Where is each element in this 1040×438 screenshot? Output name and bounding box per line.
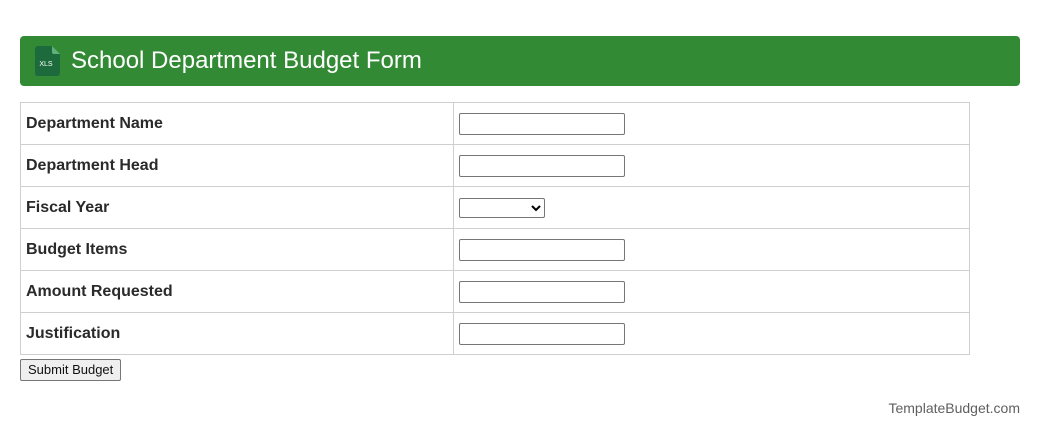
budget-items-cell (453, 228, 970, 271)
form-row-amount-requested: Amount Requested (20, 270, 970, 313)
form-row-budget-items: Budget Items (20, 228, 970, 271)
fiscal-year-select[interactable] (459, 197, 545, 218)
xls-icon-label: XLS (39, 61, 53, 68)
department-head-label: Department Head (20, 144, 454, 187)
department-name-input[interactable] (459, 112, 625, 135)
justification-input[interactable] (459, 322, 625, 345)
submit-budget-button[interactable]: Submit Budget (20, 359, 122, 381)
page-title: School Department Budget Form (71, 47, 422, 74)
page: XLS School Department Budget Form Depart… (0, 0, 1040, 438)
form-row-fiscal-year: Fiscal Year (20, 186, 970, 229)
amount-requested-input[interactable] (459, 280, 625, 303)
department-head-cell (453, 144, 970, 187)
budget-form-table: Department Name Department Head Fiscal Y… (20, 102, 970, 355)
justification-label: Justification (20, 312, 454, 355)
page-header: XLS School Department Budget Form (20, 36, 1020, 86)
department-name-cell (453, 102, 970, 145)
department-head-input[interactable] (459, 154, 625, 177)
amount-requested-label: Amount Requested (20, 270, 454, 313)
amount-requested-cell (453, 270, 970, 313)
justification-cell (453, 312, 970, 355)
form-row-department-name: Department Name (20, 102, 970, 145)
xls-file-icon: XLS (35, 46, 60, 76)
fiscal-year-cell (453, 186, 970, 229)
form-row-department-head: Department Head (20, 144, 970, 187)
budget-items-input[interactable] (459, 238, 625, 261)
department-name-label: Department Name (20, 102, 454, 145)
form-row-justification: Justification (20, 312, 970, 355)
footer-credit: TemplateBudget.com (888, 400, 1020, 416)
budget-items-label: Budget Items (20, 228, 454, 271)
fiscal-year-label: Fiscal Year (20, 186, 454, 229)
